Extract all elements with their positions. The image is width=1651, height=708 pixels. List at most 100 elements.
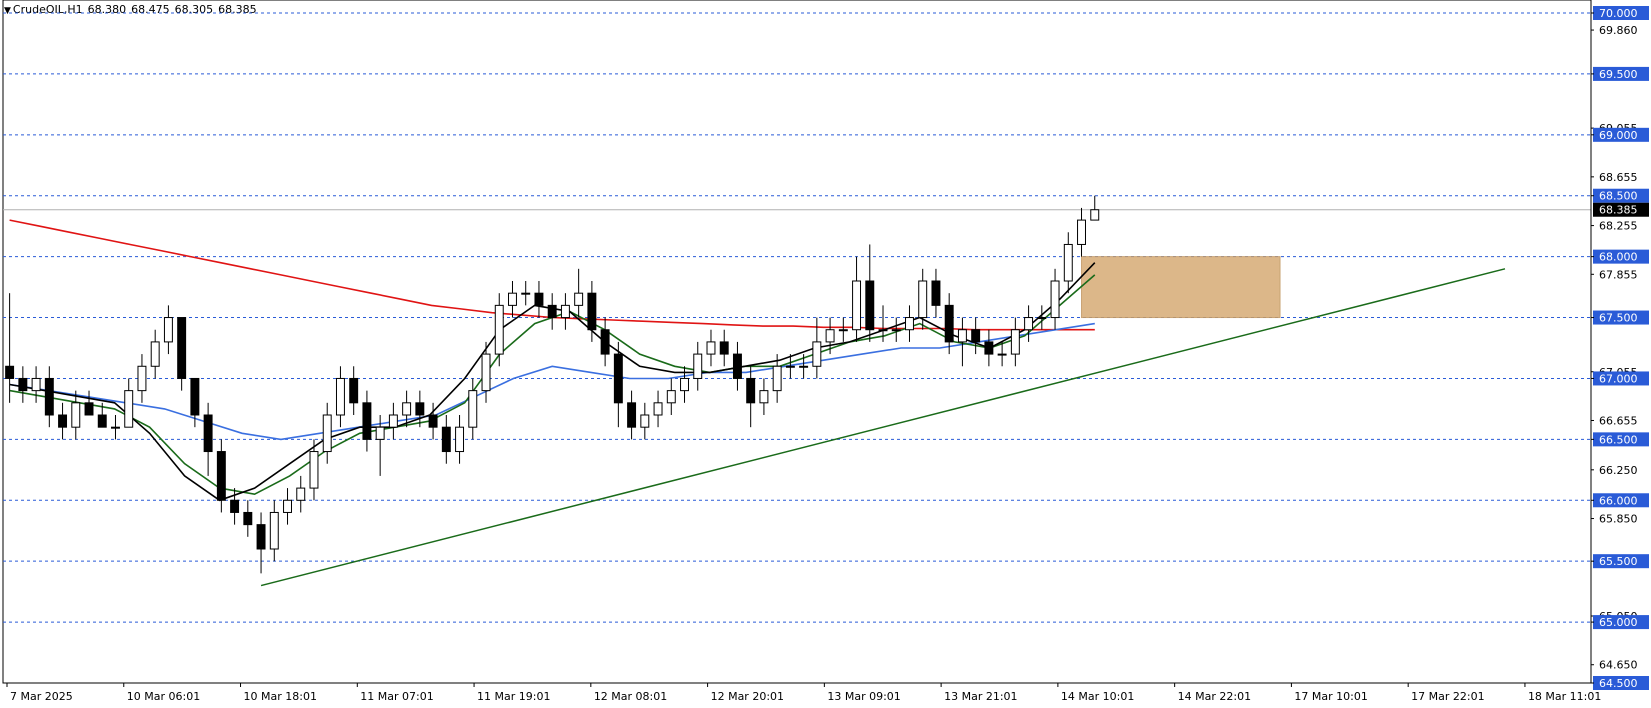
candle-body xyxy=(613,353,623,404)
candle-body xyxy=(838,329,848,332)
candle-body xyxy=(349,377,359,404)
candle-body xyxy=(944,304,954,343)
price-tick-label: 70.000 xyxy=(1599,7,1638,20)
price-tick-label: 68.000 xyxy=(1599,251,1638,264)
candle-body xyxy=(891,329,901,332)
candle-body xyxy=(759,390,769,404)
candle-body xyxy=(415,402,425,416)
time-tick-label: 17 Mar 22:01 xyxy=(1411,690,1484,703)
candle-body xyxy=(812,341,822,367)
time-tick-label: 11 Mar 19:01 xyxy=(477,690,550,703)
price-tick-label: 66.500 xyxy=(1599,433,1638,446)
candle-body xyxy=(732,353,742,379)
candle-body xyxy=(468,390,478,428)
candle-body xyxy=(1037,317,1047,320)
price-tick-label: 67.000 xyxy=(1599,372,1638,385)
candle-body xyxy=(918,280,928,319)
candle-body xyxy=(534,292,544,306)
price-chart[interactable]: 70.00069.86069.50069.05569.00068.65568.5… xyxy=(0,0,1651,708)
candle-body xyxy=(574,292,584,306)
candle-body xyxy=(706,341,716,355)
candle-body xyxy=(163,317,173,343)
candle-body xyxy=(799,365,809,368)
price-tick-label: 69.500 xyxy=(1599,68,1638,81)
candle-body xyxy=(18,377,28,392)
time-tick-label: 10 Mar 18:01 xyxy=(244,690,317,703)
time-tick-label: 13 Mar 09:01 xyxy=(827,690,900,703)
candle-body xyxy=(428,414,438,428)
candle-body xyxy=(481,353,491,392)
candle-body xyxy=(269,511,279,550)
time-tick-label: 14 Mar 10:01 xyxy=(1061,690,1134,703)
candle-body xyxy=(31,377,41,392)
candle-body xyxy=(137,365,147,392)
candle-body xyxy=(283,499,292,513)
price-tick-label: 68.655 xyxy=(1599,171,1638,184)
candle-body xyxy=(388,414,398,428)
candle-body xyxy=(971,329,981,343)
candle-body xyxy=(335,377,345,416)
time-tick-label: 14 Mar 22:01 xyxy=(1178,690,1251,703)
price-tick-label: 66.655 xyxy=(1599,414,1638,427)
candle-body xyxy=(746,377,756,404)
candle-body xyxy=(957,329,967,343)
candle-body xyxy=(203,414,213,453)
candle-body xyxy=(931,280,941,306)
time-tick-label: 18 Mar 11:01 xyxy=(1528,690,1601,703)
candle-body xyxy=(560,304,570,319)
candle-body xyxy=(627,402,637,428)
candle-body xyxy=(441,426,451,453)
candle-body xyxy=(230,499,240,513)
candle-body xyxy=(587,292,597,331)
candle-body xyxy=(111,426,120,429)
candle-body xyxy=(362,402,372,440)
candle-body xyxy=(150,341,160,367)
candle-body xyxy=(256,524,266,550)
candle-body xyxy=(84,402,94,416)
candle-body xyxy=(1024,317,1034,331)
candle-body xyxy=(905,317,914,331)
plot-frame xyxy=(2,0,1592,684)
candle-body xyxy=(984,341,994,355)
candle-body xyxy=(600,329,610,355)
price-tick-label: 65.850 xyxy=(1599,513,1638,526)
price-tick-label: 65.500 xyxy=(1599,555,1638,568)
candle-body xyxy=(177,317,187,379)
price-tick-label: 64.500 xyxy=(1599,677,1638,690)
price-tick-label: 68.500 xyxy=(1599,190,1638,203)
candle-body xyxy=(666,390,676,404)
candle-body xyxy=(296,487,306,501)
candle-body xyxy=(997,353,1007,356)
candle-body xyxy=(1077,219,1086,245)
time-tick-label: 17 Mar 10:01 xyxy=(1294,690,1367,703)
candle-body xyxy=(216,451,226,501)
price-tick-label: 67.855 xyxy=(1599,268,1638,281)
price-tick-label: 69.860 xyxy=(1599,24,1638,37)
candle-body xyxy=(375,426,385,440)
candle-body xyxy=(243,511,253,526)
price-tick-label: 65.000 xyxy=(1599,616,1638,629)
candle-body xyxy=(58,414,68,428)
candle-body xyxy=(521,292,531,295)
candle-body xyxy=(455,426,465,453)
candle-body xyxy=(852,280,862,331)
price-tick-label: 67.500 xyxy=(1599,312,1638,325)
time-tick-label: 12 Mar 08:01 xyxy=(594,690,667,703)
candle-body xyxy=(640,414,650,428)
time-tick-label: 12 Mar 20:01 xyxy=(711,690,784,703)
candle-body xyxy=(1010,329,1020,355)
time-tick-label: 7 Mar 2025 xyxy=(10,690,73,703)
current-price-label: 68.385 xyxy=(1599,204,1638,217)
candle-body xyxy=(44,377,54,416)
price-tick-label: 69.000 xyxy=(1599,129,1638,142)
price-tick-label: 66.250 xyxy=(1599,464,1638,477)
candle-body xyxy=(785,365,795,368)
candle-body xyxy=(719,341,729,355)
price-tick-label: 68.255 xyxy=(1599,220,1638,233)
candle-body xyxy=(124,390,134,428)
candle-body xyxy=(309,451,319,489)
candle-body xyxy=(653,402,663,416)
candle-body xyxy=(494,304,504,355)
resistance-zone xyxy=(1081,256,1281,319)
candle-body xyxy=(547,304,557,319)
